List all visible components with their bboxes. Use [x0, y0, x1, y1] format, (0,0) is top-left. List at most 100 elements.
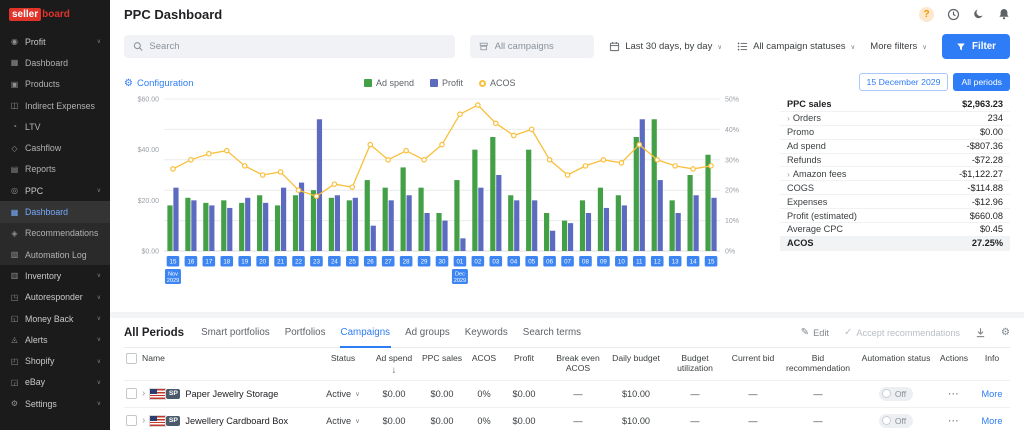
tab-campaigns[interactable]: Campaigns	[340, 318, 392, 348]
stat-row-orders[interactable]: › Orders 234	[780, 112, 1010, 126]
configuration-link[interactable]: ⚙ Configuration	[124, 78, 193, 89]
column-header-bid-recommendation[interactable]: Bid recommendation	[778, 348, 858, 380]
row-checkbox[interactable]	[126, 415, 137, 427]
sellerboard-logo[interactable]: seller board	[0, 0, 110, 28]
column-header-actions[interactable]: Actions	[934, 348, 974, 380]
chevron-down-icon: ∨	[96, 39, 101, 46]
search-box[interactable]	[124, 35, 456, 58]
sidebar-item-autoresponder[interactable]: ◳ Autoresponder ∨	[0, 287, 110, 308]
column-header-status[interactable]: Status	[316, 348, 370, 380]
sidebar-item-reports[interactable]: ▤ Reports	[0, 159, 110, 180]
table-row: › SP Paper Jewelry Storage Active ∨ $0.00 $0.0…	[124, 379, 1010, 408]
column-header-acos[interactable]: ACOS	[466, 348, 502, 380]
more-info-link[interactable]: More	[982, 389, 1003, 399]
filter-button[interactable]: Filter	[942, 34, 1010, 59]
page-title: PPC Dashboard	[124, 6, 223, 22]
expand-chevron-icon[interactable]: ›	[142, 415, 145, 426]
automation-toggle[interactable]: Off	[878, 386, 914, 401]
sidebar-item-label: Money Back	[25, 313, 74, 324]
history-clock-icon[interactable]	[947, 8, 960, 21]
tab-ad-groups[interactable]: Ad groups	[404, 318, 451, 348]
chevron-down-icon: ∨	[850, 43, 856, 51]
sidebar-item-indirect-expenses[interactable]: ◫ Indirect Expenses	[0, 95, 110, 116]
column-header-automation-status[interactable]: Automation status	[858, 348, 934, 380]
notifications-bell-icon[interactable]	[998, 8, 1010, 20]
stat-row-amazon-fees[interactable]: › Amazon fees -$1,122.27	[780, 167, 1010, 182]
status-dropdown[interactable]: Active ∨	[326, 389, 360, 399]
dark-mode-moon-icon[interactable]	[973, 8, 985, 20]
campaigns-box[interactable]	[470, 35, 595, 58]
search-input[interactable]	[149, 41, 447, 52]
tab-search-terms[interactable]: Search terms	[522, 318, 582, 348]
svg-text:20: 20	[259, 259, 266, 266]
row-checkbox[interactable]	[126, 388, 137, 400]
sidebar-item-ltv[interactable]: ◔ LTV	[0, 116, 110, 137]
cell-status: Active ∨	[316, 379, 370, 408]
column-label: Actions	[939, 353, 969, 363]
edit-button[interactable]: ✎ Edit	[801, 327, 829, 338]
export-download-button[interactable]	[975, 327, 986, 338]
cell-bid_recommendation: —	[778, 379, 858, 408]
tab-smart-portfolios[interactable]: Smart portfolios	[200, 318, 271, 348]
select-all-checkbox[interactable]	[126, 353, 137, 364]
column-header-ppc-sales[interactable]: PPC sales	[418, 348, 466, 380]
date-range-dropdown[interactable]: Last 30 days, by day ∨	[609, 41, 722, 52]
status-dropdown[interactable]: Active ∨	[326, 416, 360, 426]
sidebar-item-alerts[interactable]: ◬ Alerts ∨	[0, 329, 110, 350]
configuration-label: Configuration	[136, 77, 194, 89]
column-header-ad-spend[interactable]: Ad spend ↓	[370, 348, 418, 380]
column-header-budget-utilization[interactable]: Budget utilization	[662, 348, 728, 380]
column-header-profit[interactable]: Profit	[502, 348, 546, 380]
column-header-info[interactable]: Info	[974, 348, 1010, 380]
sidebar-item-products[interactable]: ▣ Products	[0, 74, 110, 95]
legend-item-acos[interactable]: ACOS	[479, 78, 516, 88]
sidebar-item-shopify[interactable]: ◰ Shopify ∨	[0, 350, 110, 371]
sidebar-item-inventory[interactable]: ▥ Inventory ∨	[0, 265, 110, 286]
sidebar-item-dashboard[interactable]: ▦ Dashboard	[0, 52, 110, 73]
automation-toggle[interactable]: Off	[878, 413, 914, 428]
sidebar-item-recommendations[interactable]: ◈ Recommendations	[0, 222, 110, 244]
sidebar-item-dashboard[interactable]: ▦ Dashboard	[0, 201, 110, 223]
column-header-daily-budget[interactable]: Daily budget	[610, 348, 662, 380]
more-info-link[interactable]: More	[982, 416, 1003, 426]
column-header-name[interactable]: Name	[124, 348, 316, 380]
row-actions-menu[interactable]: ⋯	[948, 415, 961, 427]
date-range-value: Last 30 days, by day	[625, 41, 713, 52]
sidebar-item-profit[interactable]: ◉ Profit ∨	[0, 31, 110, 52]
chevron-down-icon: ∨	[96, 401, 101, 408]
campaign-statuses-dropdown[interactable]: All campaign statuses ∨	[737, 41, 855, 52]
accept-recommendations-button[interactable]: ✓ Accept recommendations	[844, 327, 960, 338]
sidebar-item-ebay[interactable]: ◲ eBay ∨	[0, 372, 110, 393]
tab-portfolios[interactable]: Portfolios	[284, 318, 327, 348]
settings-icon: ⚙	[10, 399, 19, 409]
tab-keywords[interactable]: Keywords	[464, 318, 509, 348]
sort-desc-icon[interactable]: ↓	[372, 365, 416, 376]
chevron-down-icon: ∨	[96, 316, 101, 322]
cell-info: More	[974, 406, 1010, 430]
sidebar-item-settings[interactable]: ⚙ Settings ∨	[0, 393, 110, 414]
column-header-current-bid[interactable]: Current bid	[728, 348, 778, 380]
column-label: Name	[142, 353, 165, 364]
column-header-break-even-acos[interactable]: Break even ACOS	[546, 348, 610, 380]
sidebar-item-cashflow[interactable]: ◇ Cashflow	[0, 137, 110, 158]
help-icon[interactable]: ?	[919, 6, 934, 22]
legend-item-ad-spend[interactable]: Ad spend	[363, 78, 414, 88]
table-settings-button[interactable]: ⚙	[1001, 327, 1010, 338]
stat-row-profit-estimated: Profit (estimated) $660.08	[780, 209, 1010, 224]
selected-date-button[interactable]: 15 December 2029	[858, 73, 949, 91]
more-filters-dropdown[interactable]: More filters ∨	[870, 41, 927, 52]
svg-text:09: 09	[600, 259, 607, 266]
app-root: seller board ◉ Profit ∨ ▦ Dashboard ▣ Products…	[0, 0, 1024, 430]
sidebar-item-money-back[interactable]: ◱ Money Back ∨	[0, 308, 110, 329]
legend-item-profit[interactable]: Profit	[429, 78, 463, 88]
all-periods-button[interactable]: All periods	[953, 73, 1010, 91]
chart-legend: Ad spend Profit ACOS	[363, 78, 596, 88]
sidebar-item-ppc[interactable]: ◎ PPC ∨	[0, 180, 110, 201]
cell-ppc_sales: $0.00	[418, 379, 466, 408]
campaigns-input[interactable]	[494, 41, 586, 52]
expand-chevron-icon[interactable]: ›	[142, 388, 145, 399]
period-label[interactable]: All Periods	[124, 327, 184, 339]
stat-value: 234	[987, 113, 1003, 124]
sidebar-item-automation-log[interactable]: ▧ Automation Log	[0, 243, 110, 266]
row-actions-menu[interactable]: ⋯	[948, 388, 961, 400]
